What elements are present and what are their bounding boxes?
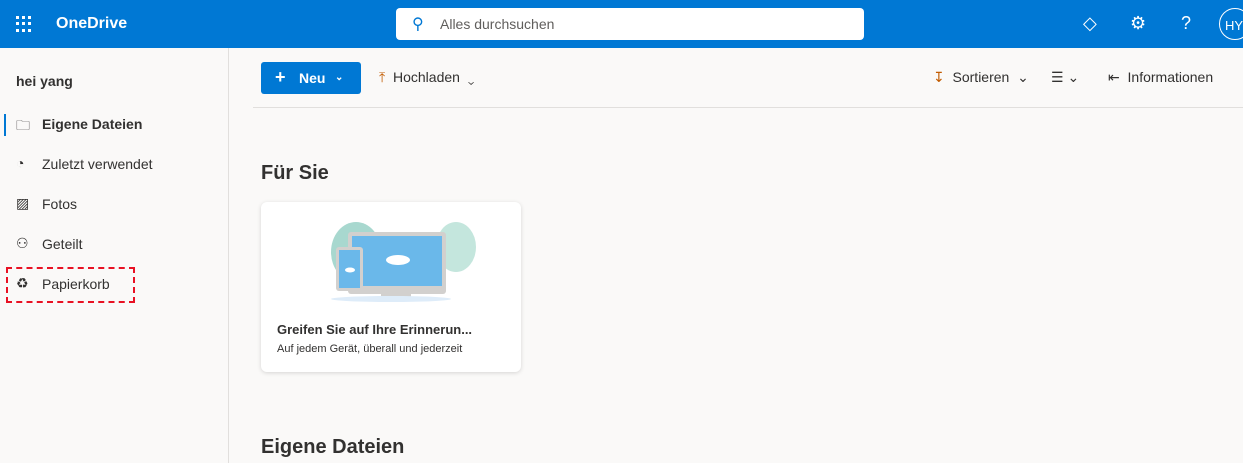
sidebar-item-zuletzt[interactable]: ◔ Zuletzt verwendet: [0, 146, 229, 182]
people-icon: ⚇: [16, 235, 29, 251]
search-input[interactable]: ⚲ Alles durchsuchen: [396, 8, 864, 40]
info-pane-icon: ⇤: [1108, 69, 1120, 85]
premium-diamond-icon[interactable]: ◇: [1083, 13, 1097, 34]
sort-button[interactable]: ↧ Sortieren ⌄: [933, 69, 1029, 86]
sidebar-item-eigene-dateien[interactable]: 🗀 Eigene Dateien: [0, 106, 229, 142]
info-button[interactable]: ⇤ Informationen: [1108, 69, 1213, 86]
sidebar: hei yang 🗀 Eigene Dateien ◔ Zuletzt verwen…: [0, 48, 229, 463]
upload-icon: ⤒: [379, 69, 386, 85]
card-title: Greifen Sie auf Ihre Erinnerun...: [277, 322, 473, 337]
history-icon: ◔: [16, 155, 25, 171]
nav-label: Zuletzt verwendet: [42, 156, 153, 172]
sidebar-item-geteilt[interactable]: ⚇ Geteilt: [0, 226, 229, 262]
info-label: Informationen: [1127, 69, 1214, 85]
nav-label: Eigene Dateien: [42, 116, 143, 132]
app-launcher-icon[interactable]: [16, 16, 32, 32]
photo-icon: ▨: [16, 195, 30, 211]
upload-label: Hochladen: [392, 69, 460, 85]
chevron-down-icon: ⌄: [1017, 69, 1029, 85]
upload-button[interactable]: ⤒ Hochladen ⌄: [379, 69, 474, 86]
search-icon: ⚲: [412, 16, 424, 33]
highlight-box: [6, 267, 135, 303]
chevron-down-icon: ⌄: [467, 69, 475, 85]
app-name[interactable]: OneDrive: [56, 15, 127, 33]
top-bar: OneDrive ⚲ Alles durchsuchen ◇ ⚙ ? HY: [0, 0, 1243, 48]
plus-icon: +: [275, 67, 286, 87]
list-view-icon: ☰: [1051, 69, 1064, 85]
chevron-down-icon: ⌄: [335, 72, 344, 83]
avatar[interactable]: HY: [1219, 8, 1243, 40]
my-files-heading: Eigene Dateien: [261, 436, 405, 458]
chevron-down-icon: ⌄: [1067, 69, 1080, 85]
for-you-card[interactable]: Greifen Sie auf Ihre Erinnerun... Auf je…: [261, 202, 521, 372]
sort-label: Sortieren: [952, 69, 1010, 85]
devices-illustration: [331, 222, 476, 302]
search-placeholder: Alles durchsuchen: [440, 16, 555, 32]
command-bar: + Neu ⌄ ⤒ Hochladen ⌄ ↧ Sortieren ⌄ ☰ ⌄ …: [253, 48, 1243, 108]
gear-icon[interactable]: ⚙: [1130, 13, 1146, 34]
new-label: Neu: [299, 70, 326, 86]
nav-label: Geteilt: [42, 236, 83, 252]
for-you-heading: Für Sie: [261, 162, 329, 184]
view-options-button[interactable]: ☰ ⌄: [1051, 69, 1079, 86]
sidebar-item-fotos[interactable]: ▨ Fotos: [0, 186, 229, 222]
sort-icon: ↧: [933, 69, 945, 85]
nav-label: Fotos: [42, 196, 78, 212]
help-icon[interactable]: ?: [1181, 13, 1191, 34]
card-subtitle: Auf jedem Gerät, überall und jederzeit: [277, 343, 463, 355]
folder-icon: 🗀: [16, 117, 30, 133]
user-name: hei yang: [16, 73, 73, 89]
new-button[interactable]: + Neu ⌄: [261, 62, 361, 94]
